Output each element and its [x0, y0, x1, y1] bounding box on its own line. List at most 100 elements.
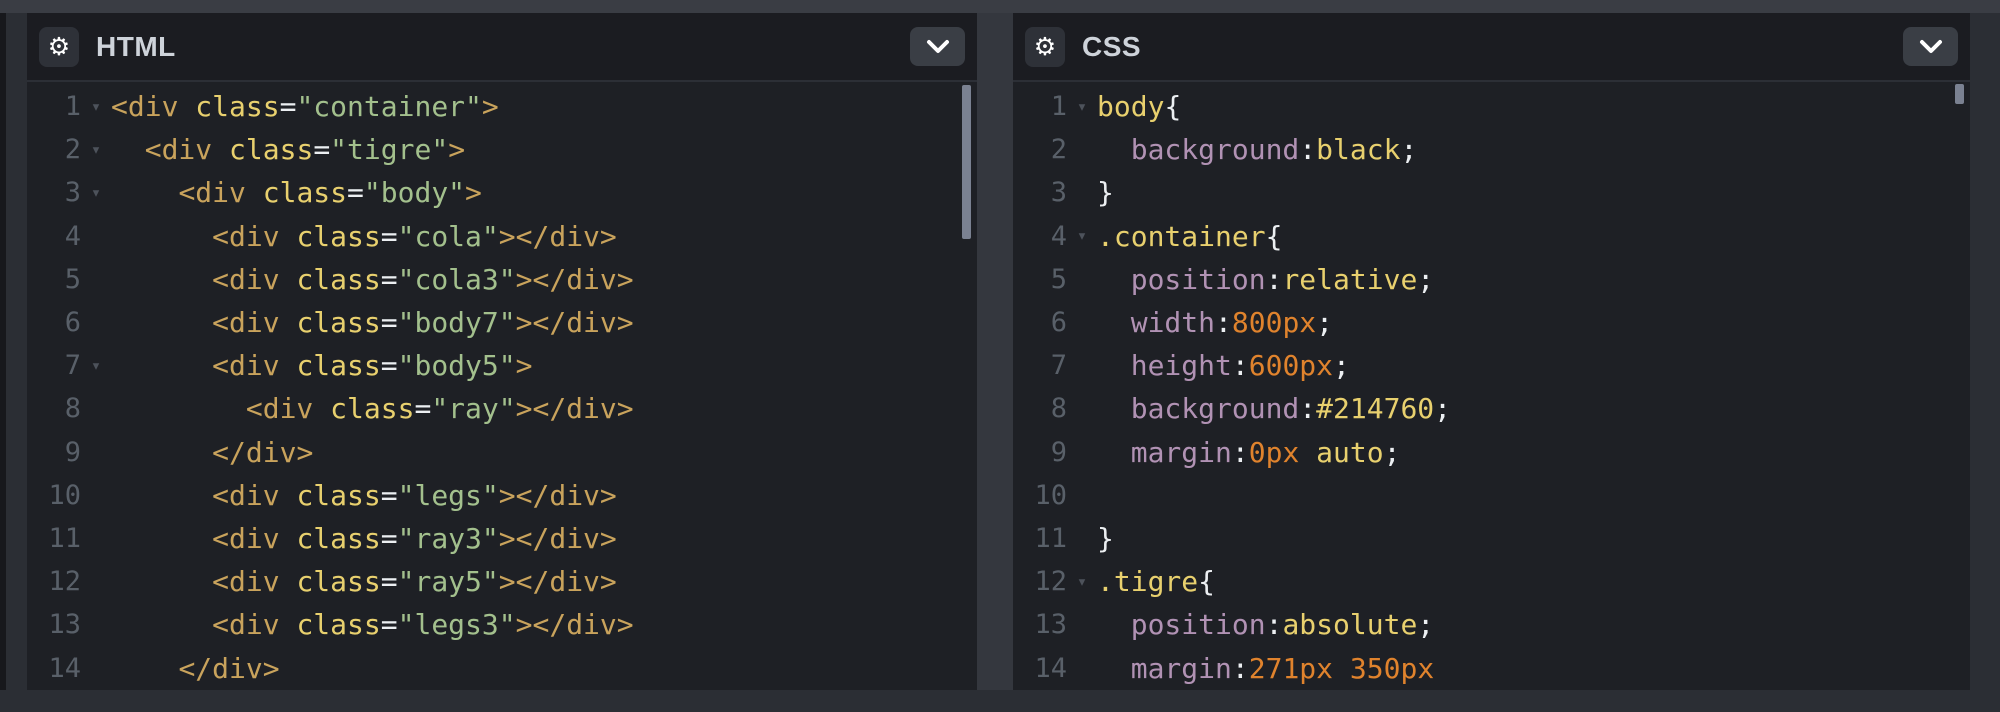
code-line: 11}: [1013, 517, 1970, 560]
code-token: [1097, 349, 1131, 382]
code-token: 350px: [1350, 652, 1434, 685]
code-token: [1097, 608, 1131, 641]
scrollbar-thumb[interactable]: [962, 85, 971, 239]
fold-arrow-icon[interactable]: ▾: [1067, 97, 1097, 117]
code-line: 11 <div class="ray3"></div>: [27, 517, 977, 560]
code-token: <div: [145, 133, 212, 166]
code-text: margin:271px 350px: [1097, 652, 1434, 685]
code-token: <div: [212, 479, 279, 512]
code-token: ></div>: [499, 479, 617, 512]
code-text: position:absolute;: [1097, 608, 1434, 641]
code-text: <div class="body7"></div>: [111, 306, 634, 339]
code-line: 3▾ <div class="body">: [27, 171, 977, 214]
code-text: width:800px;: [1097, 306, 1333, 339]
code-token: [1097, 652, 1131, 685]
chevron-down-icon: [1918, 38, 1944, 55]
css-settings-button[interactable]: ⚙: [1025, 27, 1065, 67]
code-text: height:600px;: [1097, 349, 1350, 382]
code-token: </div>: [178, 652, 279, 685]
line-number: 7: [1013, 350, 1067, 381]
fold-arrow-icon[interactable]: ▾: [81, 183, 111, 203]
code-token: [111, 479, 212, 512]
line-number: 4: [1013, 221, 1067, 252]
code-token: =: [381, 608, 398, 641]
line-number: 10: [1013, 480, 1067, 511]
fold-arrow-icon[interactable]: ▾: [81, 97, 111, 117]
code-token: =: [381, 220, 398, 253]
code-text: }: [1097, 522, 1114, 555]
code-token: class: [330, 392, 414, 425]
line-number: 11: [27, 523, 81, 554]
code-token: "legs": [398, 479, 499, 512]
fold-arrow-icon[interactable]: ▾: [1067, 226, 1097, 246]
code-line: 4▾.container{: [1013, 215, 1970, 258]
code-token: [280, 349, 297, 382]
code-token: :: [1266, 263, 1283, 296]
code-token: =: [313, 133, 330, 166]
chevron-down-icon: [925, 38, 951, 55]
bottom-resize-bar[interactable]: [0, 690, 2000, 712]
panel-resize-divider[interactable]: [977, 13, 1013, 690]
code-line: 2 background:black;: [1013, 128, 1970, 171]
code-text: <div class="legs"></div>: [111, 479, 617, 512]
code-text: .container{: [1097, 220, 1282, 253]
code-token: "ray3": [398, 522, 499, 555]
code-line: 7▾ <div class="body5">: [27, 344, 977, 387]
code-token: 0px: [1249, 436, 1300, 469]
code-token: :: [1299, 392, 1316, 425]
scrollbar-thumb[interactable]: [1955, 84, 1964, 104]
fold-arrow-icon[interactable]: ▾: [81, 356, 111, 376]
top-resize-bar[interactable]: [0, 0, 2000, 13]
css-panel-title: CSS: [1082, 31, 1141, 63]
css-editor-panel: ⚙ CSS 1▾body{2 background:black;3}4▾.con…: [1013, 13, 1970, 690]
html-collapse-button[interactable]: [910, 27, 965, 66]
css-code-lines: 1▾body{2 background:black;3}4▾.container…: [1013, 85, 1970, 690]
code-token: background: [1131, 392, 1300, 425]
code-token: =: [381, 522, 398, 555]
code-token: ></div>: [499, 522, 617, 555]
html-code-lines: 1▾<div class="container">2▾ <div class="…: [27, 85, 977, 690]
code-token: =: [347, 176, 364, 209]
code-token: class: [296, 220, 380, 253]
code-text: }: [1097, 176, 1114, 209]
code-token: [111, 392, 246, 425]
line-number: 11: [1013, 523, 1067, 554]
code-token: height: [1131, 349, 1232, 382]
code-token: <div: [178, 176, 245, 209]
code-line: 6 <div class="body7"></div>: [27, 301, 977, 344]
code-token: {: [1164, 90, 1181, 123]
code-token: <div: [212, 522, 279, 555]
code-text: <div class="cola"></div>: [111, 220, 617, 253]
css-collapse-button[interactable]: [1903, 27, 1958, 66]
code-token: .container: [1097, 220, 1266, 253]
line-number: 9: [27, 437, 81, 468]
code-token: 800px: [1232, 306, 1316, 339]
code-token: absolute: [1282, 608, 1417, 641]
code-token: class: [296, 349, 380, 382]
code-token: [111, 652, 178, 685]
code-text: <div class="tigre">: [111, 133, 465, 166]
code-token: :: [1232, 436, 1249, 469]
line-number: 1: [1013, 91, 1067, 122]
code-line: 9 margin:0px auto;: [1013, 431, 1970, 474]
code-text: <div class="container">: [111, 90, 499, 123]
html-settings-button[interactable]: ⚙: [39, 27, 79, 67]
code-line: 8 background:#214760;: [1013, 387, 1970, 430]
code-token: "cola": [398, 220, 499, 253]
fold-arrow-icon[interactable]: ▾: [81, 140, 111, 160]
code-token: :: [1232, 349, 1249, 382]
code-line: 4 <div class="cola"></div>: [27, 215, 977, 258]
code-token: #214760: [1316, 392, 1434, 425]
line-number: 3: [27, 177, 81, 208]
code-token: ></div>: [516, 392, 634, 425]
fold-arrow-icon[interactable]: ▾: [1067, 572, 1097, 592]
code-token: class: [195, 90, 279, 123]
code-token: [280, 263, 297, 296]
css-code-editor[interactable]: 1▾body{2 background:black;3}4▾.container…: [1013, 82, 1970, 690]
code-line: 12▾.tigre{: [1013, 560, 1970, 603]
code-token: [280, 220, 297, 253]
code-token: [280, 306, 297, 339]
code-token: [1097, 263, 1131, 296]
code-editor-workspace: ⚙ HTML 1▾<div class="container">2▾ <div …: [0, 0, 2000, 712]
html-code-editor[interactable]: 1▾<div class="container">2▾ <div class="…: [27, 82, 977, 690]
